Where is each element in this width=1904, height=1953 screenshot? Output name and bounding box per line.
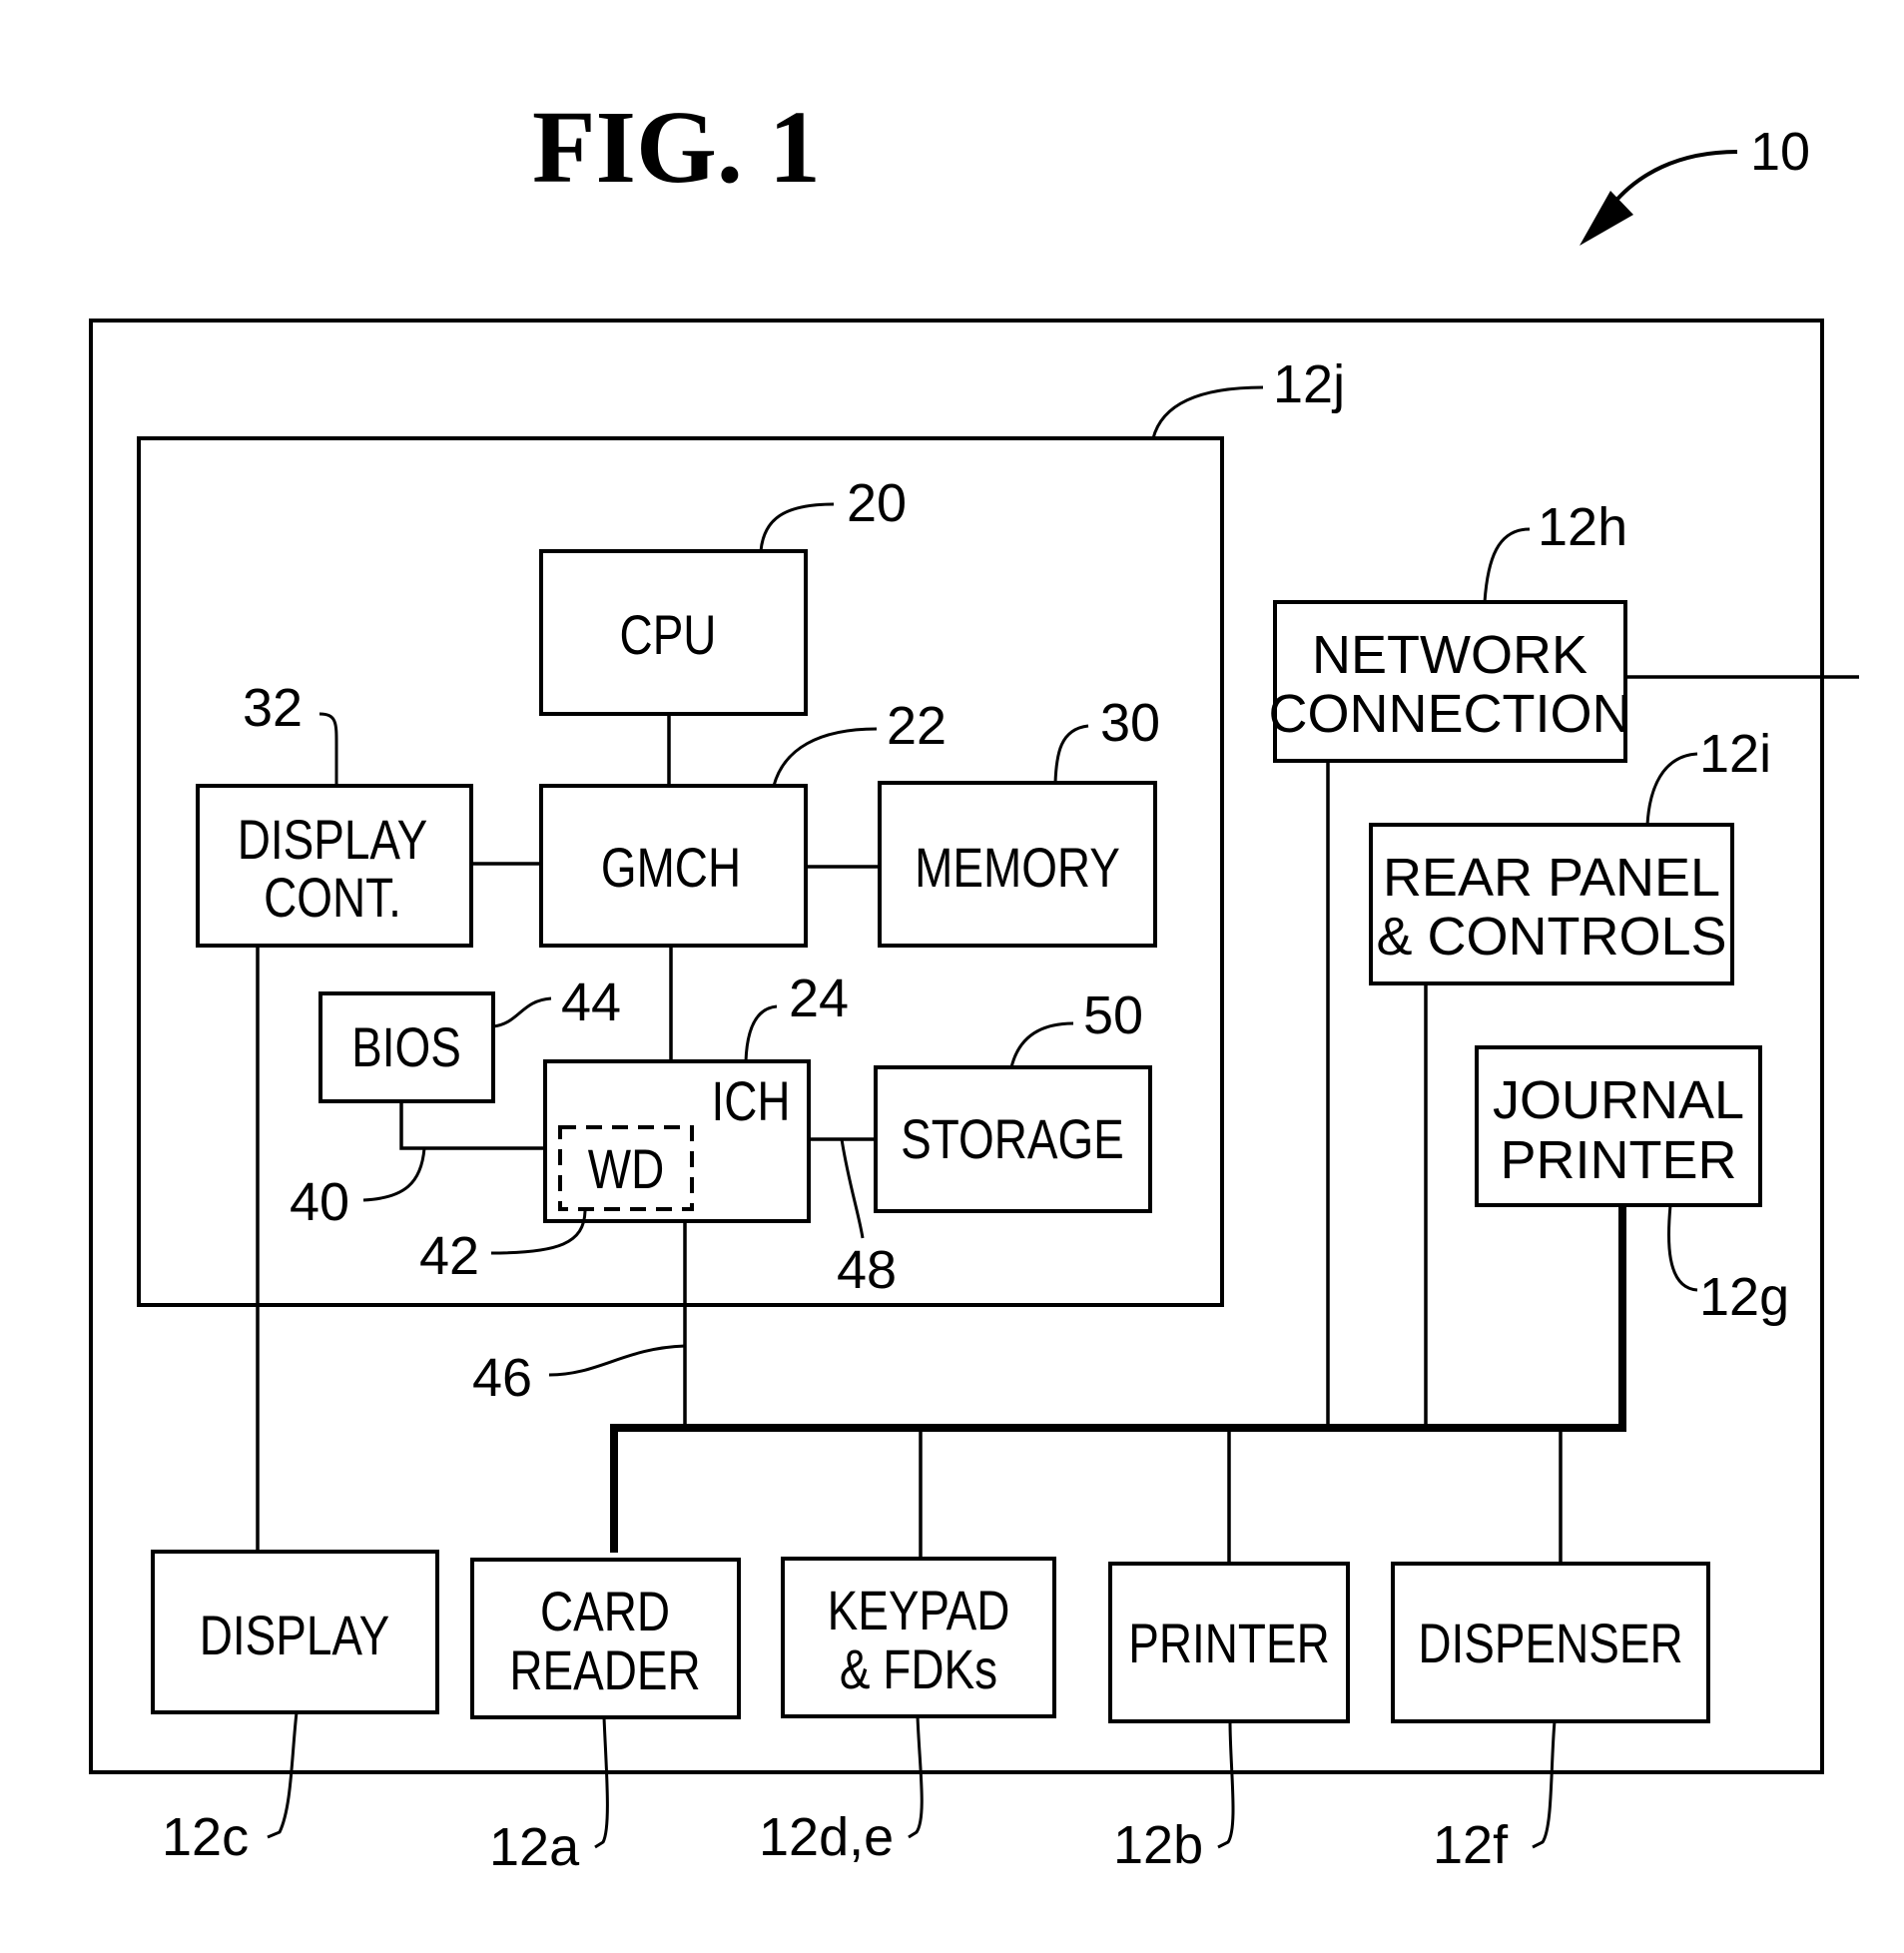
memory-block: MEMORY — [878, 781, 1157, 948]
ref-network: 12h — [1538, 497, 1627, 557]
display-block: DISPLAY — [151, 1550, 439, 1714]
gmch-block: GMCH — [539, 784, 808, 948]
printer-block: PRINTER — [1108, 1562, 1350, 1723]
gmch-label: GMCH — [601, 837, 741, 899]
ref-ich-bus-link: 46 — [472, 1348, 532, 1408]
ref-dispenser: 12f — [1433, 1815, 1509, 1875]
network-connection-block: NETWORK CONNECTION — [1269, 600, 1631, 763]
card-reader-block: CARD READER — [470, 1558, 741, 1719]
ref-system-10: 10 — [1750, 122, 1810, 182]
keypad-label-line1: KEYPAD — [828, 1580, 1010, 1641]
memory-label: MEMORY — [915, 837, 1120, 899]
cpu-block: CPU — [539, 549, 808, 716]
bios-block: BIOS — [318, 991, 495, 1103]
ref-storage: 50 — [1083, 985, 1143, 1045]
figure-title: FIG. 1 — [532, 90, 821, 205]
display-cont-label-line2: CONT. — [264, 867, 401, 929]
ref-card-reader: 12a — [489, 1817, 580, 1877]
ich-block: ICH WD — [543, 1059, 811, 1223]
ref-wd: 42 — [419, 1226, 479, 1286]
keypad-block: KEYPAD & FDKs — [781, 1557, 1056, 1718]
ref-cpu: 20 — [847, 473, 907, 533]
network-label-line2: CONNECTION — [1269, 684, 1631, 744]
rear-panel-label-line1: REAR PANEL — [1383, 848, 1720, 908]
ref-bios: 44 — [561, 973, 621, 1032]
journal-printer-label-line2: PRINTER — [1500, 1130, 1736, 1190]
ref-ich-storage-link: 48 — [837, 1240, 897, 1300]
cpu-label: CPU — [620, 604, 717, 666]
wd-label: WD — [588, 1138, 664, 1200]
ref-keypad: 12d,e — [759, 1807, 894, 1867]
display-controller-block: DISPLAY CONT. — [196, 784, 473, 948]
system-reference-arrow — [1580, 150, 1738, 246]
rear-panel-block: REAR PANEL & CONTROLS — [1369, 823, 1734, 985]
ref-display-cont: 32 — [243, 678, 303, 738]
ref-bios-ich-link: 40 — [290, 1172, 349, 1232]
storage-label: STORAGE — [901, 1108, 1124, 1170]
card-reader-label-line1: CARD — [540, 1581, 670, 1642]
ref-memory: 30 — [1100, 693, 1160, 753]
bios-label: BIOS — [351, 1016, 461, 1078]
journal-printer-block: JOURNAL PRINTER — [1475, 1045, 1762, 1207]
storage-block: STORAGE — [874, 1065, 1152, 1213]
display-label: DISPLAY — [200, 1605, 389, 1666]
ref-controller: 12j — [1273, 354, 1345, 414]
arrowhead-icon — [1580, 191, 1633, 246]
printer-label: PRINTER — [1128, 1613, 1329, 1674]
display-cont-label-line1: DISPLAY — [238, 809, 427, 871]
ref-journal-printer: 12g — [1699, 1267, 1789, 1327]
dispenser-block: DISPENSER — [1391, 1562, 1710, 1723]
ref-display: 12c — [162, 1807, 249, 1867]
ref-ich: 24 — [789, 969, 849, 1028]
keypad-label-line2: & FDKs — [840, 1638, 997, 1700]
ref-rear-panel: 12i — [1699, 724, 1771, 784]
ref-gmch: 22 — [887, 696, 947, 756]
ref-printer: 12b — [1113, 1815, 1203, 1875]
journal-printer-label-line1: JOURNAL — [1493, 1070, 1744, 1130]
ich-label: ICH — [711, 1070, 790, 1132]
atm-block-diagram: FIG. 1 10 12j CPU 20 GMCH 22 MEMORY 30 D… — [89, 90, 1859, 1877]
rear-panel-label-line2: & CONTROLS — [1376, 907, 1726, 967]
network-label-line1: NETWORK — [1312, 625, 1587, 685]
dispenser-label: DISPENSER — [1418, 1613, 1682, 1674]
card-reader-label-line2: READER — [509, 1639, 700, 1701]
